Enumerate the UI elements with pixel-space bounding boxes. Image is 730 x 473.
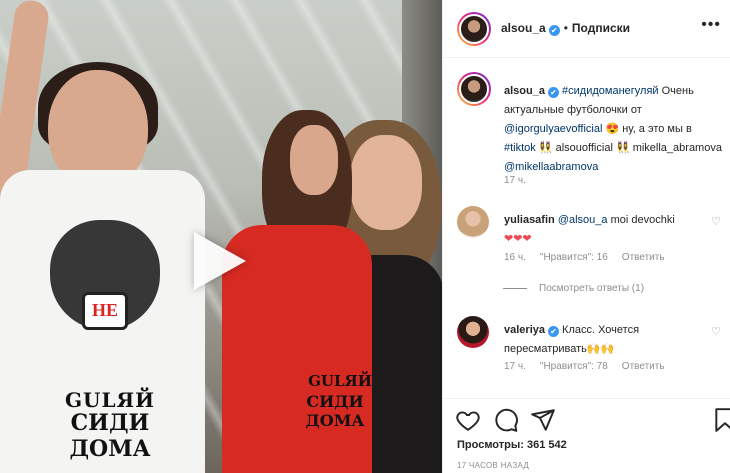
hashtag-link[interactable]: #сидидоманегуляй [562,85,659,97]
reply-button[interactable]: Ответить [622,252,665,263]
comment-meta: 17 ч. "Нравится": 78 Ответить [504,361,679,372]
commenter-username[interactable]: valeriya [504,324,545,336]
mention-link[interactable]: @alsou_a [558,214,608,226]
author-avatar[interactable] [457,12,491,46]
comment-icon[interactable] [493,407,519,433]
comment-text: valeriya ✔ Класс. Хочется пересматривать🙌… [504,321,704,359]
white-shirt-text-line2: СИДИ ДОМА [69,410,151,462]
comment-time[interactable]: 16 ч. [504,252,526,263]
caption-author-avatar[interactable] [457,72,491,106]
post-header: alsou_a ✔ • Подписки ••• [443,0,730,58]
views-label: Просмотры: [457,439,527,451]
comment-body: moi devochki [607,214,675,226]
post-sidebar: alsou_a ✔ • Подписки ••• alsou_a ✔ #сидидома… [442,0,730,473]
separator-dot: • [563,21,568,35]
reply-button[interactable]: Ответить [622,361,665,372]
caption-timestamp[interactable]: 17 ч. [504,175,526,186]
like-comment-heart-icon[interactable]: ♡ [711,215,721,228]
views-value: 361 542 [526,439,567,451]
comment-likes[interactable]: "Нравится": 78 [540,361,608,372]
heart-icon[interactable] [455,407,481,433]
share-icon[interactable] [530,407,556,433]
mention-link[interactable]: @mikellaabramova [504,161,598,173]
posted-ago[interactable]: 17 ЧАСОВ НАЗАД [457,461,529,470]
caption-author-username[interactable]: alsou_a [504,85,545,97]
hashtag-link[interactable]: #tiktok [504,142,536,154]
views-count[interactable]: Просмотры: 361 542 [457,439,567,451]
person-right-face [350,135,422,230]
video-player[interactable]: GULЯЙ СИДИ ДОМА НЕ GULЯЙ СИДИ ДОМА [0,0,442,473]
white-shirt-text-line1: GULЯЙ [64,388,156,412]
comment-text: yuliasafin @alsou_a moi devochki ❤❤❤ [504,211,704,249]
header-name-row: alsou_a ✔ • Подписки [501,21,630,36]
bookmark-icon[interactable] [712,407,730,433]
caption-segment: 😍 ну, а это мы в [602,123,692,135]
post-actions: Просмотры: 361 542 17 ЧАСОВ НАЗАД [443,398,730,473]
red-shirt-text-line1: GULЯЙ [308,372,372,390]
verified-icon: ✔ [548,25,560,36]
caption-text: alsou_a ✔ #сидидоманегуляй Очень актуальн… [504,82,724,177]
author-username[interactable]: alsou_a [501,21,546,35]
comment-likes[interactable]: "Нравится": 16 [540,252,608,263]
more-options-icon[interactable]: ••• [701,16,721,34]
view-replies-button[interactable]: Посмотреть ответы (1) [503,283,644,294]
red-shirt-text-line2: СИДИ ДОМА [305,392,365,430]
verified-icon: ✔ [547,87,559,98]
hearts-emoji: ❤❤❤ [504,233,532,245]
commenter-avatar[interactable] [457,316,489,348]
comment-meta: 16 ч. "Нравится": 16 Ответить [504,252,679,263]
like-comment-heart-icon[interactable]: ♡ [711,325,721,338]
shirt-logo: НЕ [82,292,128,330]
view-replies-label: Посмотреть ответы (1) [539,283,645,294]
commenter-username[interactable]: yuliasafin [504,214,555,226]
play-icon[interactable] [194,232,246,290]
verified-icon: ✔ [547,326,559,337]
comment-time[interactable]: 17 ч. [504,361,526,372]
person-middle-face [290,125,338,195]
commenter-avatar[interactable] [457,206,489,238]
replies-line [503,287,527,289]
following-button[interactable]: Подписки [572,21,630,35]
mention-link[interactable]: @igorgulyaevofficial [504,123,602,135]
caption-segment: 👯‍♀️ alsouofficial 👯‍♀️ mikella_abramova [535,142,722,154]
shirt-handprint: НЕ [40,220,170,370]
